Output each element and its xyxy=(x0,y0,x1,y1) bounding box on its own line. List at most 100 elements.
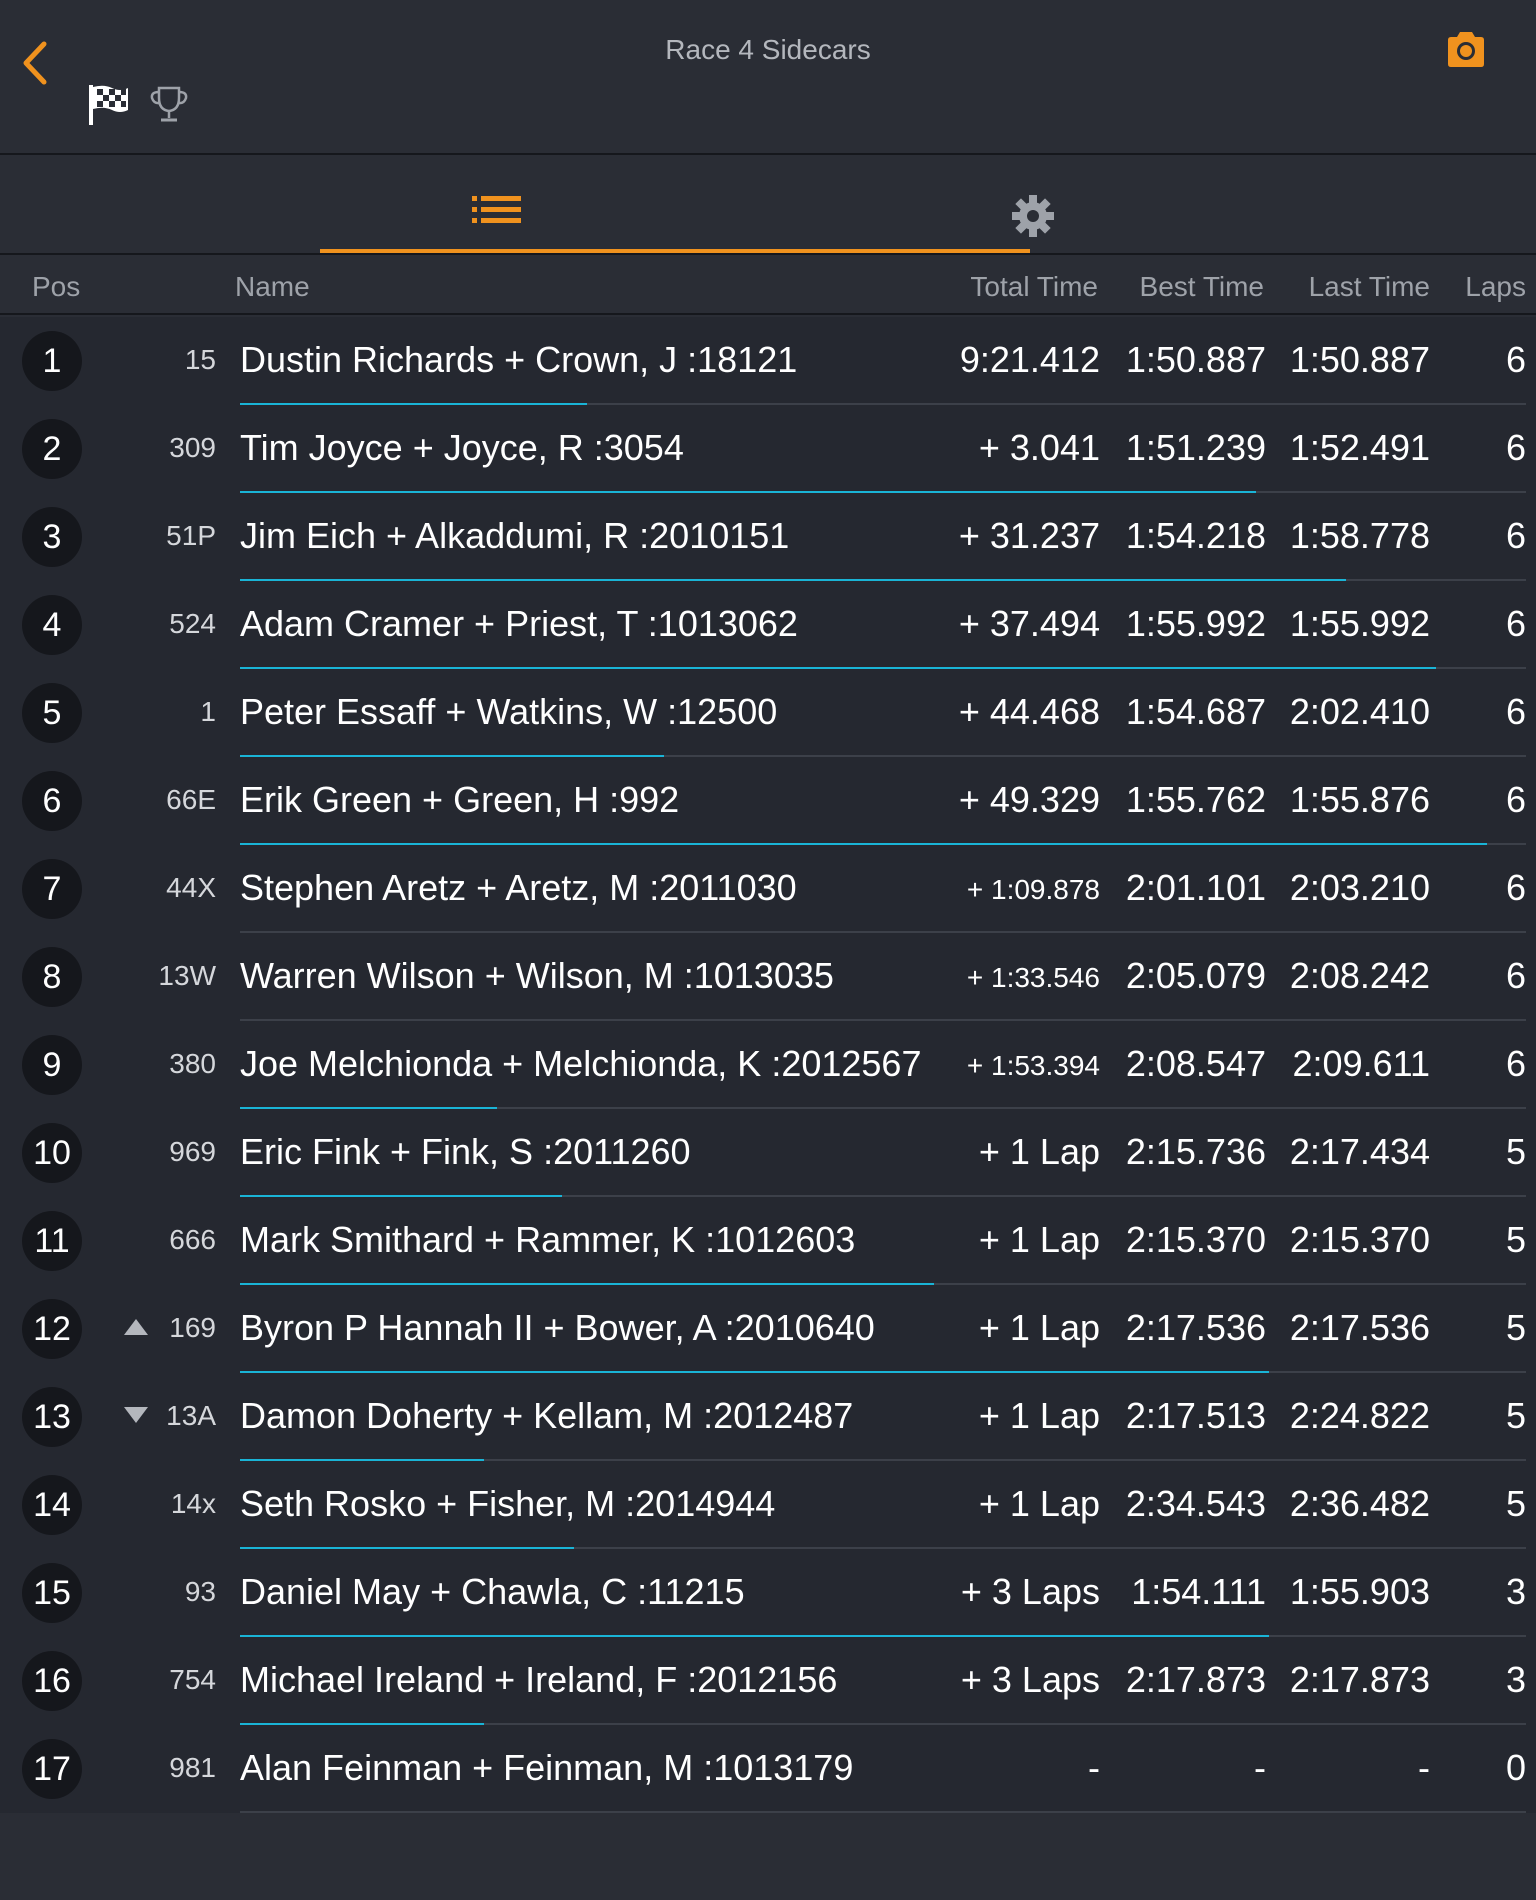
racer-number: 969 xyxy=(169,1136,216,1167)
laps-count: 6 xyxy=(1505,779,1526,820)
last-time: 1:55.992 xyxy=(1289,603,1430,644)
table-row[interactable]: 17 981 Alan Feinman + Feinman, M :1013179 -… xyxy=(0,1725,1536,1813)
laps-count: 5 xyxy=(1505,1395,1526,1436)
racer-name: Jim Eich + Alkaddumi, R :2010151 xyxy=(240,515,790,556)
racer-name: Adam Cramer + Priest, T :1013062 xyxy=(240,603,798,644)
col-pos[interactable]: Pos xyxy=(32,271,80,303)
table-row[interactable]: 1 15 Dustin Richards + Crown, J :18121 9:21… xyxy=(0,317,1536,405)
camera-button[interactable] xyxy=(1444,30,1488,70)
col-last-time[interactable]: Last Time xyxy=(1309,271,1430,303)
position-badge: 10 xyxy=(22,1123,82,1183)
last-time: 2:02.410 xyxy=(1289,691,1430,732)
best-time: 2:34.543 xyxy=(1125,1483,1266,1524)
gear-icon xyxy=(1012,195,1054,237)
table-row[interactable]: 9 380 Joe Melchionda + Melchionda, K :2012… xyxy=(0,1021,1536,1109)
position-badge: 12 xyxy=(22,1299,82,1359)
racer-name: Alan Feinman + Feinman, M :1013179 xyxy=(240,1747,854,1788)
racer-name: Peter Essaff + Watkins, W :12500 xyxy=(240,691,778,732)
trophy-icon[interactable] xyxy=(148,84,190,126)
best-time: 1:55.992 xyxy=(1125,603,1266,644)
col-best-time[interactable]: Best Time xyxy=(1140,271,1264,303)
best-time: - xyxy=(1254,1747,1266,1788)
table-row[interactable]: 10 969 Eric Fink + Fink, S :2011260 + 1 Lap… xyxy=(0,1109,1536,1197)
total-time: + 49.329 xyxy=(958,779,1100,820)
best-time: 2:15.370 xyxy=(1125,1219,1266,1260)
best-time: 2:05.079 xyxy=(1125,955,1266,996)
last-time: 2:03.210 xyxy=(1289,867,1430,908)
last-time: 2:17.434 xyxy=(1289,1131,1430,1172)
racer-number: 93 xyxy=(184,1576,216,1607)
best-time: 1:54.687 xyxy=(1125,691,1266,732)
checkered-flag-icon[interactable] xyxy=(86,82,132,128)
racer-number: 666 xyxy=(169,1224,216,1255)
laps-count: 5 xyxy=(1505,1219,1526,1260)
racer-number: 13W xyxy=(158,960,216,991)
racer-number: 1 xyxy=(200,696,216,727)
position-badge: 16 xyxy=(22,1651,82,1711)
tab-results-list[interactable] xyxy=(320,157,1030,253)
total-time: - xyxy=(1088,1747,1100,1788)
best-time: 1:50.887 xyxy=(1125,339,1266,380)
laps-count: 3 xyxy=(1505,1659,1526,1700)
best-time: 2:01.101 xyxy=(1125,867,1266,908)
best-time: 2:08.547 xyxy=(1125,1043,1266,1084)
col-total-time[interactable]: Total Time xyxy=(970,271,1098,303)
racer-name: Seth Rosko + Fisher, M :2014944 xyxy=(240,1483,776,1524)
table-row[interactable]: 3 51P Jim Eich + Alkaddumi, R :2010151 + 31… xyxy=(0,493,1536,581)
row-divider xyxy=(240,1811,1526,1813)
table-row[interactable]: 11 666 Mark Smithard + Rammer, K :1012603 +… xyxy=(0,1197,1536,1285)
position-badge: 9 xyxy=(22,1035,82,1095)
laps-count: 6 xyxy=(1505,955,1526,996)
table-row[interactable]: 6 66E Erik Green + Green, H :992 + 49.329 1:… xyxy=(0,757,1536,845)
table-row[interactable]: 5 1 Peter Essaff + Watkins, W :12500 + 44.4… xyxy=(0,669,1536,757)
table-row[interactable]: 13 13A Damon Doherty + Kellam, M :2012487 +… xyxy=(0,1373,1536,1461)
col-laps[interactable]: Laps xyxy=(1465,271,1526,303)
racer-name: Tim Joyce + Joyce, R :3054 xyxy=(240,427,684,468)
racer-name: Daniel May + Chawla, C :11215 xyxy=(240,1571,745,1612)
position-badge: 6 xyxy=(22,771,82,831)
laps-count: 6 xyxy=(1505,515,1526,556)
position-down-icon xyxy=(124,1407,148,1423)
position-badge: 1 xyxy=(22,331,82,391)
racer-name: Michael Ireland + Ireland, F :2012156 xyxy=(240,1659,838,1700)
laps-count: 3 xyxy=(1505,1571,1526,1612)
racer-name: Stephen Aretz + Aretz, M :2011030 xyxy=(240,867,797,908)
laps-count: 6 xyxy=(1505,1043,1526,1084)
table-row[interactable]: 8 13W Warren Wilson + Wilson, M :1013035 + … xyxy=(0,933,1536,1021)
table-row[interactable]: 2 309 Tim Joyce + Joyce, R :3054 + 3.041 1:5… xyxy=(0,405,1536,493)
col-name[interactable]: Name xyxy=(235,271,310,303)
position-badge: 17 xyxy=(22,1739,82,1799)
laps-count: 0 xyxy=(1505,1747,1526,1788)
best-time: 2:17.873 xyxy=(1125,1659,1266,1700)
last-time: 2:09.611 xyxy=(1292,1043,1430,1084)
position-badge: 5 xyxy=(22,683,82,743)
last-time: 1:50.887 xyxy=(1289,339,1430,380)
table-row[interactable]: 7 44X Stephen Aretz + Aretz, M :2011030 + 1… xyxy=(0,845,1536,933)
camera-icon xyxy=(1448,32,1484,67)
table-row[interactable]: 14 14x Seth Rosko + Fisher, M :2014944 + 1 … xyxy=(0,1461,1536,1549)
last-time: 1:52.491 xyxy=(1289,427,1430,468)
active-tab-indicator xyxy=(320,249,1030,253)
last-time: 2:08.242 xyxy=(1289,955,1430,996)
last-time: 2:24.822 xyxy=(1289,1395,1430,1436)
total-time: + 1 Lap xyxy=(978,1307,1100,1348)
laps-count: 5 xyxy=(1505,1483,1526,1524)
racer-number: 13A xyxy=(166,1400,216,1431)
best-time: 1:54.111 xyxy=(1131,1571,1266,1612)
table-row[interactable]: 15 93 Daniel May + Chawla, C :11215 + 3 Lap… xyxy=(0,1549,1536,1637)
table-row[interactable]: 12 169 Byron P Hannah II + Bower, A :20106… xyxy=(0,1285,1536,1373)
tab-settings[interactable] xyxy=(1000,157,1070,253)
last-time: 2:17.873 xyxy=(1289,1659,1430,1700)
racer-name: Warren Wilson + Wilson, M :1013035 xyxy=(240,955,834,996)
racer-number: 309 xyxy=(169,432,216,463)
laps-count: 6 xyxy=(1505,691,1526,732)
table-row[interactable]: 4 524 Adam Cramer + Priest, T :1013062 + 37… xyxy=(0,581,1536,669)
position-badge: 3 xyxy=(22,507,82,567)
position-badge: 4 xyxy=(22,595,82,655)
table-row[interactable]: 16 754 Michael Ireland + Ireland, F :20121… xyxy=(0,1637,1536,1725)
position-badge: 11 xyxy=(22,1211,82,1271)
racer-name: Byron P Hannah II + Bower, A :2010640 xyxy=(240,1307,875,1348)
racer-number: 15 xyxy=(184,344,216,375)
racer-number: 380 xyxy=(169,1048,216,1079)
last-time: 1:55.876 xyxy=(1289,779,1430,820)
